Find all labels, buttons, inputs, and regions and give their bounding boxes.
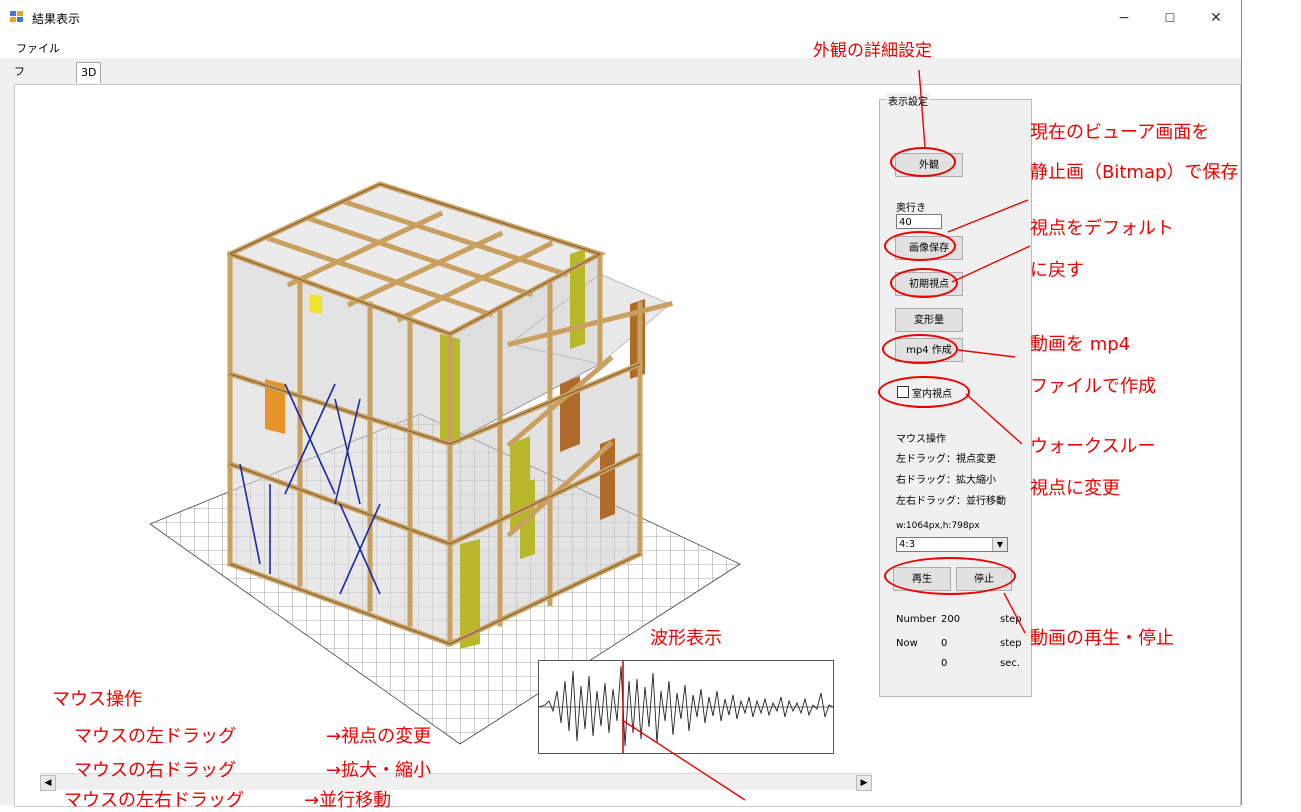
annotation-mouse-right-b: →拡大・縮小 — [326, 760, 432, 781]
mouse-ops-title: マウス操作 — [896, 434, 946, 445]
highlight-play-stop — [884, 557, 1016, 595]
annotation-mouse-title: マウス操作 — [52, 689, 142, 710]
highlight-reset — [890, 268, 958, 298]
annotation-mouse-right-a: マウスの右ドラッグ — [74, 760, 236, 781]
annotation-save-1: 現在のビューア画面を — [1030, 122, 1210, 143]
number-unit: step — [1000, 614, 1022, 625]
window-title: 結果表示 — [32, 12, 81, 26]
group-title: 表示設定 — [886, 93, 930, 108]
highlight-indoor — [878, 376, 970, 408]
highlight-appearance — [890, 147, 956, 177]
depth-input[interactable]: 40 — [896, 214, 942, 229]
now-unit: step — [1000, 638, 1022, 649]
tab-3d-view[interactable]: 3D表示 — [76, 62, 102, 119]
annotation-mp4-2: ファイルで作成 — [1030, 376, 1156, 397]
sec-value: 0 — [941, 658, 948, 669]
maximize-button[interactable]: ☐ — [1147, 4, 1193, 32]
number-label: Number — [896, 614, 937, 625]
tab-file-select[interactable]: ファイル選択 — [10, 62, 29, 178]
annotation-reset-2: に戻す — [1030, 260, 1084, 281]
annotation-mp4-1: 動画を mp4 — [1030, 334, 1131, 355]
menu-file[interactable]: ファイル — [16, 40, 60, 56]
mouse-both-text: 左右ドラッグ：並行移動 — [896, 496, 1006, 507]
menu-bar: ファイル — [0, 36, 1241, 58]
annotation-save-2: 静止画（Bitmap）で保存 — [1030, 162, 1239, 183]
deformation-button[interactable]: 変形量 — [895, 308, 963, 332]
title-bar: 結果表示 − ☐ ✕ — [0, 0, 1241, 36]
sec-unit: sec. — [1000, 658, 1021, 669]
app-icon — [10, 11, 23, 22]
chevron-down-icon[interactable]: ▼ — [992, 538, 1007, 551]
annotation-appearance: 外観の詳細設定 — [813, 41, 932, 61]
minimize-button[interactable]: − — [1101, 4, 1147, 32]
mouse-right-text: 右ドラッグ：拡大縮小 — [896, 475, 996, 486]
annotation-play-stop: 動画の再生・停止 — [1030, 628, 1174, 649]
annotation-mouse-both-b: →並行移動 — [304, 790, 392, 811]
aspect-select[interactable]: 4:3 ▼ — [896, 537, 1008, 552]
annotation-mouse-left-a: マウスの左ドラッグ — [74, 726, 236, 747]
close-button[interactable]: ✕ — [1193, 4, 1239, 32]
annotation-mouse-both-a: マウスの左右ドラッグ — [64, 790, 244, 811]
now-value: 0 — [941, 638, 948, 649]
annotation-waveform: 波形表示 — [650, 628, 722, 649]
annotation-walk-1: ウォークスルー — [1030, 436, 1156, 457]
annotation-walk-2: 視点に変更 — [1030, 478, 1120, 499]
number-value: 200 — [941, 614, 961, 625]
mouse-left-text: 左ドラッグ：視点変更 — [896, 454, 996, 465]
highlight-mp4 — [882, 334, 958, 364]
highlight-save — [884, 231, 956, 261]
scroll-right-icon[interactable]: ▶ — [856, 775, 872, 791]
now-label: Now — [896, 638, 918, 649]
annotation-reset-1: 視点をデフォルト — [1030, 218, 1174, 239]
depth-label: 奥行き — [896, 203, 926, 214]
annotation-mouse-left-b: →視点の変更 — [326, 726, 432, 747]
scroll-left-icon[interactable]: ◀ — [40, 775, 56, 791]
aspect-value: 4:3 — [899, 539, 916, 550]
size-text: w:1064px,h:798px — [896, 521, 980, 531]
waveform-display — [538, 660, 834, 754]
